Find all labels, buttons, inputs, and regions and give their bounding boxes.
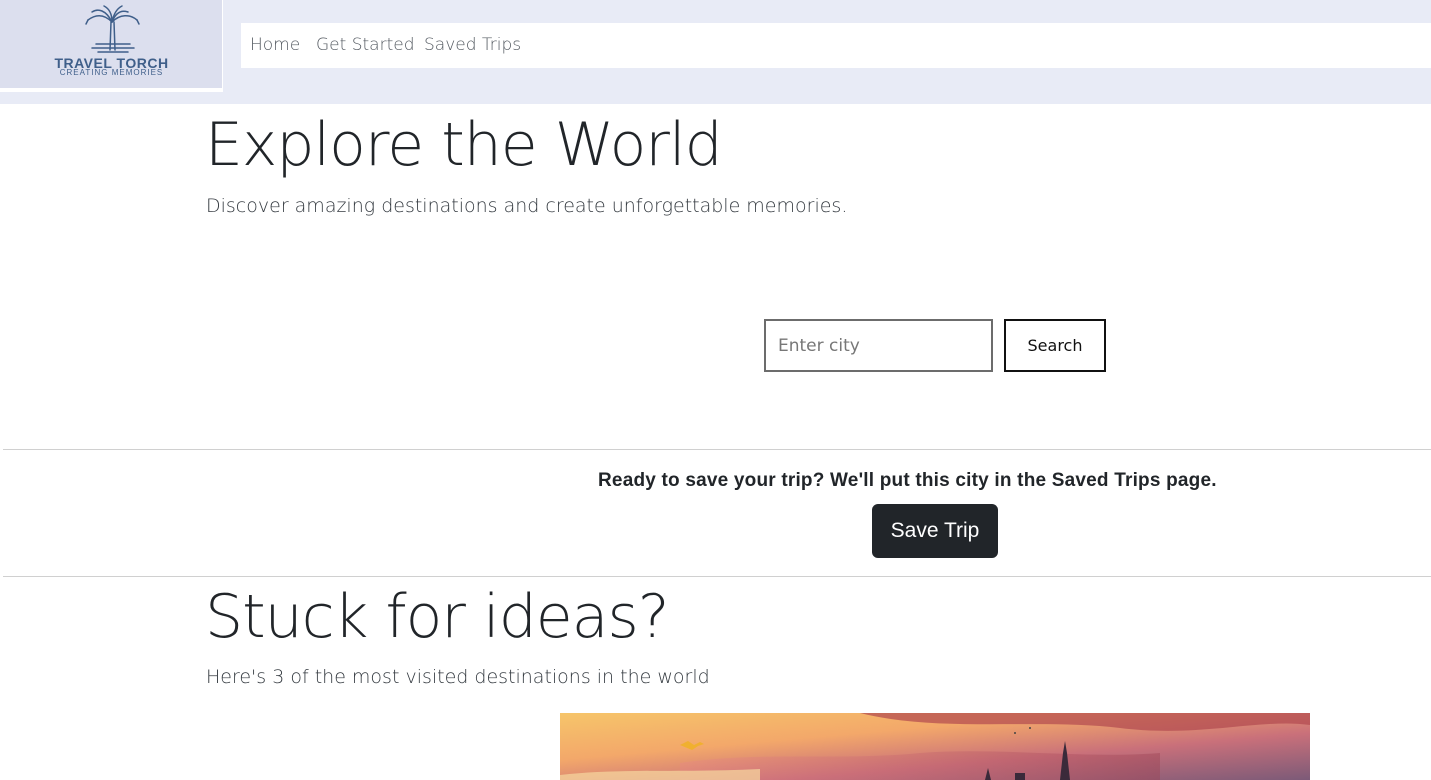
hero-subtitle: Discover amazing destinations and create… (206, 195, 848, 217)
section-divider (3, 576, 1431, 577)
nav-link-saved-trips[interactable]: Saved Trips (424, 35, 521, 55)
destination-image (560, 713, 1310, 780)
palm-tree-icon (85, 5, 140, 53)
nav-link-home[interactable]: Home (250, 35, 300, 55)
section-divider (3, 449, 1431, 450)
save-trip-prompt: Ready to save your trip? We'll put this … (598, 470, 1217, 491)
hero-title: Explore the World (205, 110, 723, 180)
ideas-subtitle: Here's 3 of the most visited destination… (206, 666, 710, 688)
save-trip-button[interactable]: Save Trip (872, 504, 998, 558)
ideas-title: Stuck for ideas? (205, 582, 670, 652)
logo-subtitle: CREATING MEMORIES (59, 68, 164, 77)
search-button[interactable]: Search (1004, 319, 1106, 372)
top-header: TRAVEL TORCH CREATING MEMORIES Home Get … (0, 0, 1431, 104)
city-search-input[interactable] (764, 319, 993, 372)
site-logo[interactable]: TRAVEL TORCH CREATING MEMORIES (0, 0, 223, 92)
main-nav: Home Get Started Saved Trips (241, 23, 1431, 68)
nav-link-get-started[interactable]: Get Started (316, 35, 414, 55)
